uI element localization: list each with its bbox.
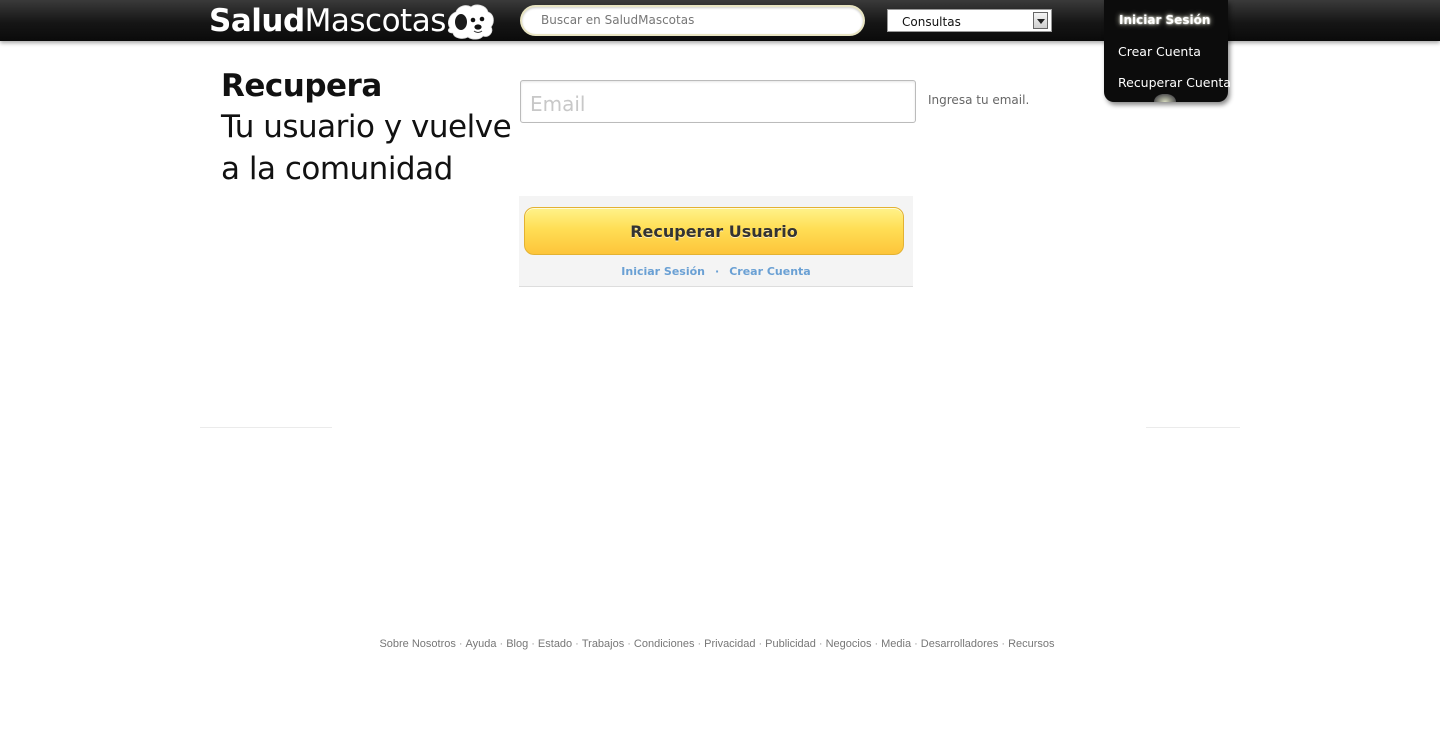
footer-separator: ·	[531, 638, 535, 650]
footer-separator: ·	[575, 638, 579, 650]
logo-text-bold: Salud	[209, 3, 305, 39]
email-field[interactable]: Email	[520, 80, 916, 123]
page-subtitle-line-2: a la comunidad	[221, 151, 453, 187]
create-account-link[interactable]: Crear Cuenta	[729, 265, 811, 278]
footer-link-jobs[interactable]: Trabajos	[582, 638, 624, 650]
footer-separator: ·	[627, 638, 631, 650]
footer-link-status[interactable]: Estado	[538, 638, 572, 650]
email-placeholder: Email	[530, 92, 586, 116]
logo-text-light: Mascotas	[304, 3, 447, 39]
submit-panel: Recuperar Usuario Iniciar Sesión · Crear C…	[519, 196, 913, 287]
chevron-down-icon[interactable]	[1033, 12, 1048, 29]
footer-link-developers[interactable]: Desarrolladores	[921, 638, 999, 650]
footer-link-media[interactable]: Media	[881, 638, 911, 650]
menu-indicator-icon	[1154, 94, 1176, 102]
footer-link-advertising[interactable]: Publicidad	[765, 638, 816, 650]
dog-logo-icon	[447, 4, 494, 40]
login-link[interactable]: Iniciar Sesión	[621, 265, 705, 278]
footer-separator: ·	[874, 638, 879, 650]
menu-item-login[interactable]: Iniciar Sesión	[1119, 13, 1210, 27]
menu-item-create-account[interactable]: Crear Cuenta	[1118, 44, 1201, 59]
account-dropdown-menu: Iniciar Sesión Crear Cuenta Recuperar Cu…	[1104, 0, 1231, 102]
footer-links: Sobre Nosotros · Ayuda · Blog · Estado · Trabajo…	[0, 638, 1434, 650]
page-subtitle-line-1: Tu usuario y vuelve	[221, 109, 512, 145]
search-placeholder: Buscar en SaludMascotas	[541, 13, 695, 27]
footer-link-blog[interactable]: Blog	[506, 638, 528, 650]
recover-user-button[interactable]: Recuperar Usuario	[524, 207, 904, 255]
footer-separator: ·	[818, 638, 823, 650]
recover-user-button-label: Recuperar Usuario	[630, 222, 798, 241]
footer-separator: ·	[697, 638, 702, 650]
divider-left	[200, 427, 332, 428]
link-separator: ·	[715, 265, 720, 278]
footer-link-about[interactable]: Sobre Nosotros	[379, 638, 455, 650]
footer-link-terms[interactable]: Condiciones	[634, 638, 695, 650]
email-hint: Ingresa tu email.	[928, 93, 1030, 107]
footer-link-business[interactable]: Negocios	[826, 638, 872, 650]
menu-item-recover-account[interactable]: Recuperar Cuenta	[1118, 75, 1231, 90]
footer-link-help[interactable]: Ayuda	[466, 638, 497, 650]
category-select-value: Consultas	[902, 15, 961, 29]
footer-link-resources[interactable]: Recursos	[1008, 638, 1054, 650]
footer-separator: ·	[458, 638, 463, 650]
footer-separator: ·	[758, 638, 763, 650]
footer-link-privacy[interactable]: Privacidad	[704, 638, 755, 650]
category-select[interactable]: Consultas	[887, 9, 1052, 32]
page-title: Recupera	[221, 68, 382, 104]
footer-separator: ·	[914, 638, 918, 650]
search-input[interactable]: Buscar en SaludMascotas	[522, 7, 863, 34]
divider-right	[1146, 427, 1240, 428]
footer-separator: ·	[1001, 638, 1006, 650]
footer-separator: ·	[499, 638, 504, 650]
auth-links: Iniciar Sesión · Crear Cuenta	[519, 265, 913, 278]
site-logo[interactable]: Salud Mascotas	[209, 2, 446, 40]
page-heading: Recupera Tu usuario y vuelve a la comuni…	[221, 66, 512, 190]
